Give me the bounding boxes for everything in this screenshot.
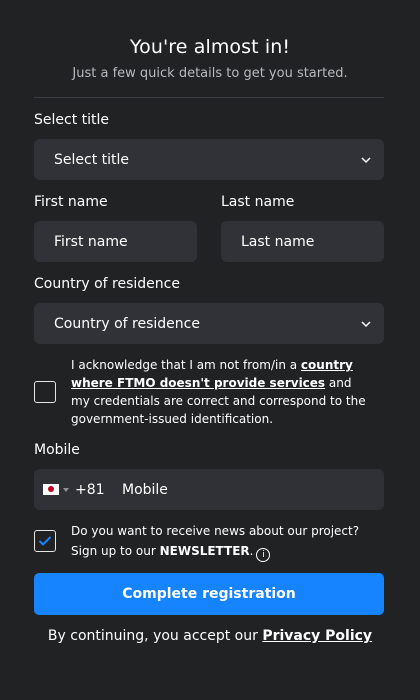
first-name-placeholder: First name	[54, 233, 128, 250]
privacy-notice: By continuing, you accept our Privacy Po…	[0, 628, 420, 644]
checkmark-icon	[38, 536, 52, 546]
mobile-placeholder: Mobile	[122, 481, 168, 498]
chevron-down-icon	[361, 156, 371, 163]
newsletter-text: Do you want to receive news about our pr…	[71, 521, 371, 562]
title-select-value: Select title	[54, 151, 130, 168]
newsletter-text-after: .	[249, 544, 254, 558]
page-subtitle: Just a few quick details to get you star…	[72, 66, 348, 81]
chevron-down-icon	[361, 320, 371, 327]
last-name-input[interactable]: Last name	[221, 221, 384, 262]
country-label: Country of residence	[34, 276, 180, 292]
newsletter-checkbox[interactable]	[34, 530, 56, 552]
mobile-label: Mobile	[34, 442, 80, 458]
acknowledge-text-before: I acknowledge that I am not from/in a	[71, 358, 301, 372]
country-code-selector[interactable]: +81	[34, 469, 106, 510]
mobile-input[interactable]: Mobile	[106, 469, 384, 510]
privacy-text-before: By continuing, you accept our	[47, 628, 263, 644]
info-icon[interactable]: i	[256, 548, 271, 562]
caret-down-icon	[63, 487, 69, 492]
mobile-field: +81 Mobile	[34, 469, 384, 510]
country-select-value: Country of residence	[54, 315, 200, 332]
divider	[34, 97, 384, 98]
registration-panel: You're almost in! Just a few quick detai…	[0, 0, 420, 700]
page-title: You're almost in!	[129, 36, 291, 58]
title-label: Select title	[34, 112, 110, 128]
acknowledge-text: I acknowledge that I am not from/in a co…	[71, 356, 371, 428]
first-name-input[interactable]: First name	[34, 221, 197, 262]
complete-registration-button[interactable]: Complete registration	[34, 573, 384, 615]
title-select[interactable]: Select title	[34, 139, 384, 180]
first-name-label: First name	[34, 194, 108, 210]
acknowledge-checkbox[interactable]	[34, 381, 56, 403]
country-code: +81	[75, 481, 105, 498]
japan-flag-icon	[43, 484, 59, 495]
privacy-policy-link[interactable]: Privacy Policy	[262, 628, 372, 644]
last-name-label: Last name	[221, 194, 295, 210]
country-select[interactable]: Country of residence	[34, 303, 384, 344]
newsletter-strong: NEWSLETTER	[159, 544, 250, 558]
last-name-placeholder: Last name	[241, 233, 315, 250]
